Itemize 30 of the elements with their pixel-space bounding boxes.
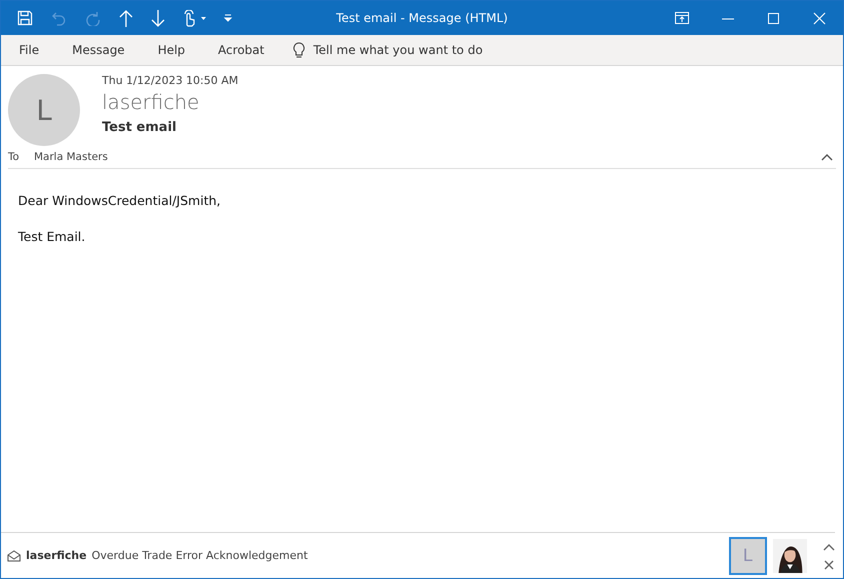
window-title: Test email - Message (HTML) <box>336 11 508 25</box>
to-label: To <box>8 151 20 163</box>
sender-avatar: L <box>8 74 80 146</box>
menu-item[interactable]: Acrobat <box>208 39 274 61</box>
collapse-icon[interactable] <box>821 153 833 161</box>
down-arrow-icon[interactable] <box>151 10 165 26</box>
menu-item[interactable]: Help <box>148 39 196 61</box>
contact-photo[interactable] <box>771 536 809 574</box>
people-pane-sender: laserfiche <box>26 549 87 562</box>
body-text: Dear WindowsCredential/JSmith, <box>18 193 222 208</box>
people-pane-subject: Overdue Trade Error Acknowledgement <box>92 549 308 562</box>
up-arrow-icon[interactable] <box>119 10 133 26</box>
menu-item[interactable]: File <box>9 39 50 61</box>
tell-me-search[interactable]: Tell me what you want to do <box>289 38 487 62</box>
expand-icon[interactable] <box>823 542 835 552</box>
recipient-name[interactable]: Marla Masters <box>34 151 108 163</box>
close-icon[interactable] <box>823 558 835 570</box>
ribbon-display-icon[interactable] <box>674 10 690 26</box>
maximize-icon[interactable] <box>766 10 782 26</box>
body-text: Test Email. <box>18 229 86 244</box>
touch-mode-icon[interactable] <box>183 10 207 26</box>
lightbulb-icon <box>293 42 306 58</box>
sender-name: laserfiche <box>102 90 200 114</box>
sent-date: Thu 1/12/2023 10:50 AM <box>102 74 238 87</box>
customize-icon[interactable] <box>223 13 233 23</box>
close-icon[interactable] <box>812 10 828 26</box>
envelope-icon <box>7 550 21 562</box>
save-icon[interactable] <box>17 10 33 26</box>
message-subject: Test email <box>102 120 178 135</box>
menu-item[interactable]: Message <box>62 39 135 61</box>
